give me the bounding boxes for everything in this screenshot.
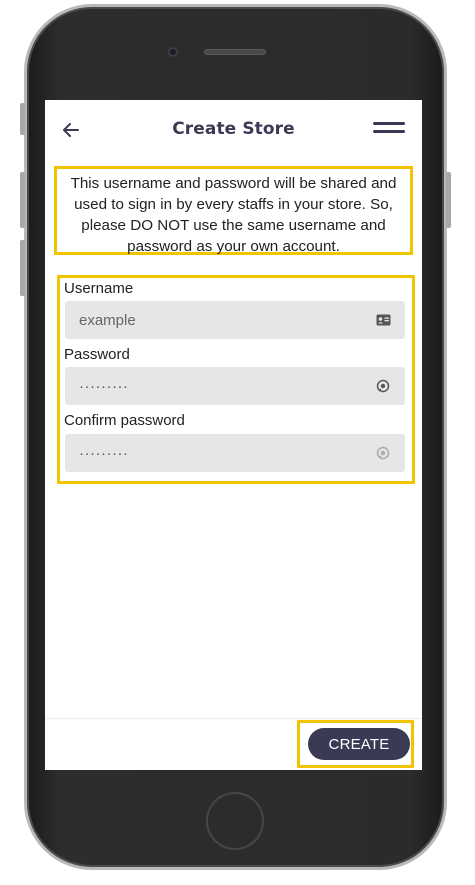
confirm-password-input[interactable]: ········· [79,445,375,462]
arrow-left-icon [63,123,79,137]
create-button-highlight: CREATE [297,720,414,768]
notice-text: This username and password will be share… [70,175,397,255]
app-screen: Create Store This username and password … [45,100,422,770]
power-button [446,172,451,228]
speaker-grille [204,49,266,55]
id-card-icon [375,312,391,328]
front-camera [168,47,178,57]
username-label: Username [64,280,134,297]
eye-icon[interactable] [375,378,391,394]
create-button[interactable]: CREATE [308,728,410,760]
volume-down-button [20,240,25,296]
credentials-form: Username example Password ········· Conf… [57,275,415,484]
mute-switch [20,103,25,135]
menu-button[interactable] [373,122,405,138]
password-field[interactable]: ········· [65,367,405,405]
password-label: Password [64,346,130,363]
eye-icon[interactable] [375,445,391,461]
confirm-password-label: Confirm password [64,412,185,429]
shared-account-notice: This username and password will be share… [54,166,413,255]
username-field[interactable]: example [65,301,405,339]
back-button[interactable] [59,118,83,142]
volume-up-button [20,172,25,228]
home-button[interactable] [206,792,264,850]
hamburger-menu-icon [373,122,405,125]
password-input[interactable]: ········· [79,378,375,395]
page-title: Create Store [172,119,295,139]
confirm-password-field[interactable]: ········· [65,434,405,472]
username-input[interactable]: example [79,312,375,329]
app-header: Create Store [45,100,422,160]
